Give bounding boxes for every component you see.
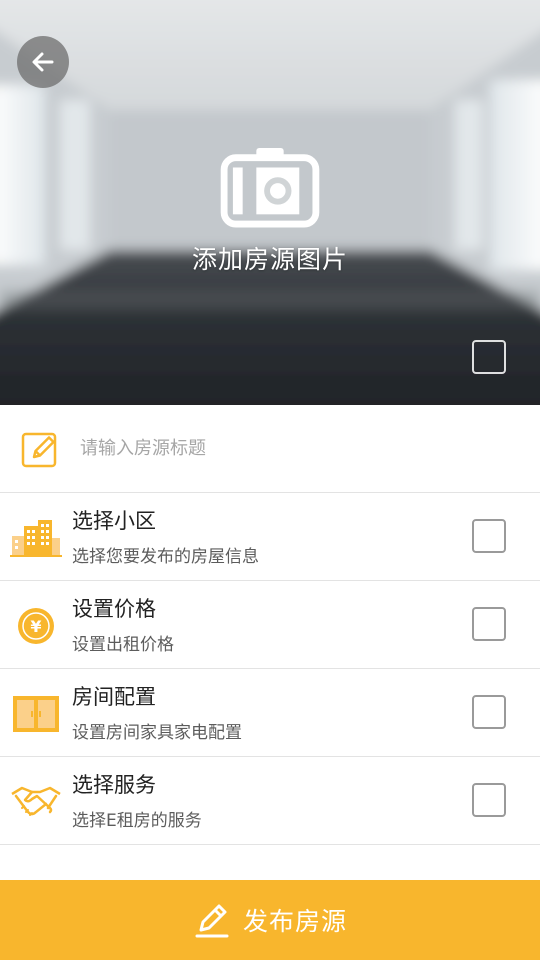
- option-icon-wrap: [10, 779, 62, 825]
- cover-photo-area[interactable]: 添加房源图片: [0, 0, 540, 405]
- option-subtitle: 设置房间家具家电配置: [72, 723, 242, 743]
- svg-text:¥: ¥: [30, 617, 41, 636]
- option-icon-wrap: [10, 515, 62, 561]
- option-icon-wrap: ¥: [10, 603, 62, 649]
- edit-icon-wrap: [0, 429, 80, 469]
- publish-label: 发布房源: [242, 907, 347, 936]
- option-subtitle: 选择E租房的服务: [72, 811, 202, 831]
- publish-button[interactable]: 发布房源: [0, 880, 540, 960]
- arrow-left-icon: [32, 52, 54, 72]
- option-subtitle: 选择您要发布的房屋信息: [72, 547, 259, 567]
- option-select-community[interactable]: 选择小区 选择您要发布的房屋信息: [0, 493, 540, 581]
- option-checkbox[interactable]: [472, 519, 506, 553]
- buildings-icon: [10, 520, 62, 557]
- add-photo-button[interactable]: 添加房源图片: [170, 146, 370, 276]
- title-input[interactable]: [80, 423, 510, 474]
- option-checkbox[interactable]: [472, 783, 506, 817]
- option-title: 设置价格: [72, 597, 156, 621]
- option-room-config[interactable]: 房间配置 设置房间家具家电配置: [0, 669, 540, 757]
- wardrobe-icon: [13, 696, 59, 732]
- edit-pencil-icon: [21, 432, 57, 467]
- option-icon-wrap: [10, 691, 62, 737]
- option-checkbox[interactable]: [472, 607, 506, 641]
- option-title: 选择服务: [72, 773, 156, 797]
- cover-checkbox[interactable]: [472, 340, 506, 374]
- camera-icon: [220, 147, 320, 228]
- option-subtitle: 设置出租价格: [72, 635, 174, 655]
- handshake-icon: [11, 786, 61, 816]
- option-title: 选择小区: [72, 509, 156, 533]
- option-select-service[interactable]: 选择服务 选择E租房的服务: [0, 757, 540, 845]
- yen-coin-icon: ¥: [18, 608, 54, 644]
- option-title: 房间配置: [72, 685, 156, 709]
- pen-sign-icon: [195, 904, 229, 938]
- add-photo-label: 添加房源图片: [191, 245, 348, 274]
- back-button[interactable]: [17, 36, 69, 88]
- option-checkbox[interactable]: [472, 695, 506, 729]
- title-input-row: [0, 405, 540, 493]
- option-set-price[interactable]: ¥ 设置价格 设置出租价格: [0, 581, 540, 669]
